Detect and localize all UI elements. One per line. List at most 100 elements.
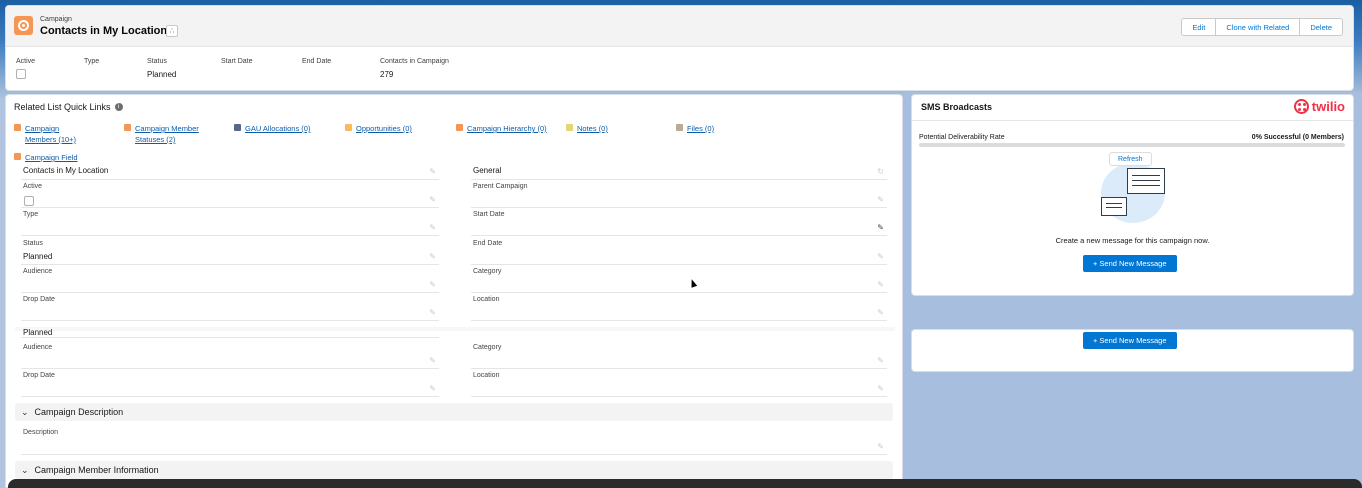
deliverability-label: Potential Deliverability Rate — [919, 134, 1005, 141]
quick-link-gau-allocations[interactable]: GAU Allocations (0) — [234, 123, 310, 134]
field-label: Category — [473, 344, 502, 351]
campaign-field-icon — [14, 153, 21, 160]
highlight-start-date: Start Date — [221, 58, 253, 65]
field-start-date: Start Date ✎ — [471, 211, 887, 236]
quick-link-label: Notes (0) — [577, 124, 608, 133]
message-illustration — [1097, 161, 1177, 223]
edit-pencil-icon[interactable]: ✎ — [429, 384, 436, 393]
field-audience-duplicate: Audience ✎ — [21, 344, 439, 369]
field-label: Active — [23, 183, 43, 190]
hierarchy-icon[interactable]: ∴ — [166, 25, 178, 37]
field-record-type: General ↻ — [471, 163, 887, 180]
field-label: Audience — [23, 268, 53, 275]
plus-icon: + — [1093, 259, 1098, 268]
highlight-active: Active — [16, 58, 35, 79]
sms-send-card: + Send New Message — [911, 329, 1354, 372]
field-end-date: End Date ✎ — [471, 240, 887, 265]
edit-pencil-icon[interactable]: ✎ — [429, 280, 436, 289]
quick-link-notes[interactable]: Notes (0) — [566, 123, 608, 134]
chat-bubble-icon — [1127, 168, 1165, 194]
field-label: Audience — [23, 344, 53, 351]
edit-pencil-icon[interactable]: ✎ — [429, 356, 436, 365]
highlight-type: Type — [84, 58, 99, 65]
edit-pencil-icon[interactable]: ✎ — [877, 195, 884, 204]
twilio-logo: twilio — [1293, 99, 1345, 114]
campaign-members-icon — [14, 124, 21, 131]
send-button-label: Send New Message — [1099, 259, 1167, 268]
edit-pencil-icon[interactable]: ✎ — [877, 356, 884, 365]
quick-link-label: Campaign Members (10+) — [25, 124, 77, 144]
quick-link-campaign-hierarchy[interactable]: Campaign Hierarchy (0) — [456, 123, 547, 134]
field-status: Status Planned ✎ — [21, 240, 439, 265]
section-campaign-description[interactable]: ⌄ Campaign Description — [15, 403, 893, 421]
create-message-text: Create a new message for this campaign n… — [1055, 236, 1210, 245]
edit-button[interactable]: Edit — [1181, 18, 1217, 36]
deliverability-value: 0% Successful (0 Members) — [1251, 134, 1344, 141]
field-value: Contacts in My Location — [23, 166, 109, 175]
quick-link-member-statuses[interactable]: Campaign Member Statuses (2) — [124, 123, 199, 145]
files-icon — [676, 124, 683, 131]
related-title-text: Related List Quick Links — [14, 102, 111, 112]
info-icon[interactable]: i — [114, 103, 123, 111]
field-campaign-name: Contacts in My Location ✎ — [21, 163, 439, 180]
twilio-logo-icon — [1293, 99, 1309, 114]
edit-pencil-icon[interactable]: ✎ — [877, 252, 884, 261]
field-value: Planned — [23, 328, 53, 337]
header-top: Campaign Contacts in My Location ∴ Edit … — [6, 6, 1353, 47]
edit-pencil-icon[interactable]: ✎ — [877, 442, 884, 451]
record-detail-panel: Related List Quick Links i Campaign Membe… — [5, 94, 903, 488]
record-title: Contacts in My Location — [40, 25, 168, 37]
edit-pencil-icon[interactable]: ✎ — [429, 252, 436, 261]
active-field-checkbox[interactable] — [24, 196, 34, 206]
change-record-type-icon[interactable]: ↻ — [877, 167, 884, 176]
highlight-end-date: End Date — [302, 58, 331, 65]
refresh-button[interactable]: Refresh — [1109, 152, 1152, 166]
edit-pencil-icon[interactable]: ✎ — [429, 195, 436, 204]
field-label: End Date — [473, 240, 503, 247]
quick-link-campaign-field[interactable]: Campaign Field — [14, 152, 78, 163]
highlight-label: Active — [16, 58, 36, 65]
edit-pencil-icon[interactable]: ✎ — [877, 308, 884, 317]
quick-link-opportunities[interactable]: Opportunities (0) — [345, 123, 412, 134]
field-category-duplicate: Category ✎ — [471, 344, 887, 369]
send-new-message-button-secondary[interactable]: + Send New Message — [1083, 332, 1177, 349]
field-parent-campaign: Parent Campaign ✎ — [471, 183, 887, 208]
action-buttons: Edit Clone with Related Delete — [1181, 18, 1343, 36]
quick-link-label: Campaign Member Statuses (2) — [135, 124, 199, 144]
related-list-quick-links-title: Related List Quick Links i — [14, 102, 123, 112]
delete-button[interactable]: Delete — [1300, 18, 1343, 36]
field-drop-date-duplicate: Drop Date ✎ — [21, 372, 439, 397]
twilio-wordmark: twilio — [1311, 99, 1345, 114]
chevron-down-icon: ⌄ — [21, 464, 29, 475]
edit-pencil-icon[interactable]: ✎ — [429, 308, 436, 317]
field-label: Drop Date — [23, 296, 55, 303]
send-new-message-button[interactable]: + Send New Message — [1083, 255, 1177, 272]
highlight-value: 279 — [380, 70, 394, 79]
field-label: Type — [23, 211, 39, 218]
notes-icon — [566, 124, 573, 131]
edit-pencil-icon[interactable]: ✎ — [877, 280, 884, 289]
field-label: Location — [473, 372, 500, 379]
highlight-label: Start Date — [221, 58, 253, 65]
field-audience: Audience ✎ — [21, 268, 439, 293]
edit-pencil-icon[interactable]: ✎ — [429, 223, 436, 232]
field-label: Parent Campaign — [473, 183, 528, 190]
chat-bubble-small-icon — [1101, 197, 1127, 216]
clone-with-related-button[interactable]: Clone with Related — [1216, 18, 1301, 36]
section-campaign-member-information[interactable]: ⌄ Campaign Member Information — [15, 461, 893, 479]
gau-allocations-icon — [234, 124, 241, 131]
field-value: General — [473, 166, 502, 175]
section-title: Campaign Member Information — [34, 465, 159, 475]
edit-pencil-icon[interactable]: ✎ — [877, 223, 884, 232]
active-checkbox[interactable] — [16, 69, 26, 79]
sms-broadcasts-card: SMS Broadcasts twilio Potential Delivera… — [911, 94, 1354, 296]
quick-link-files[interactable]: Files (0) — [676, 123, 714, 134]
quick-link-campaign-members[interactable]: Campaign Members (10+) — [14, 123, 76, 145]
edit-pencil-icon[interactable]: ✎ — [429, 167, 436, 176]
highlight-value: Planned — [147, 70, 177, 79]
highlight-label: Status — [147, 58, 167, 65]
deliverability-progress-bar — [919, 143, 1345, 147]
plus-icon: + — [1093, 336, 1098, 345]
edit-pencil-icon[interactable]: ✎ — [877, 384, 884, 393]
highlight-label: Contacts in Campaign — [380, 58, 449, 65]
